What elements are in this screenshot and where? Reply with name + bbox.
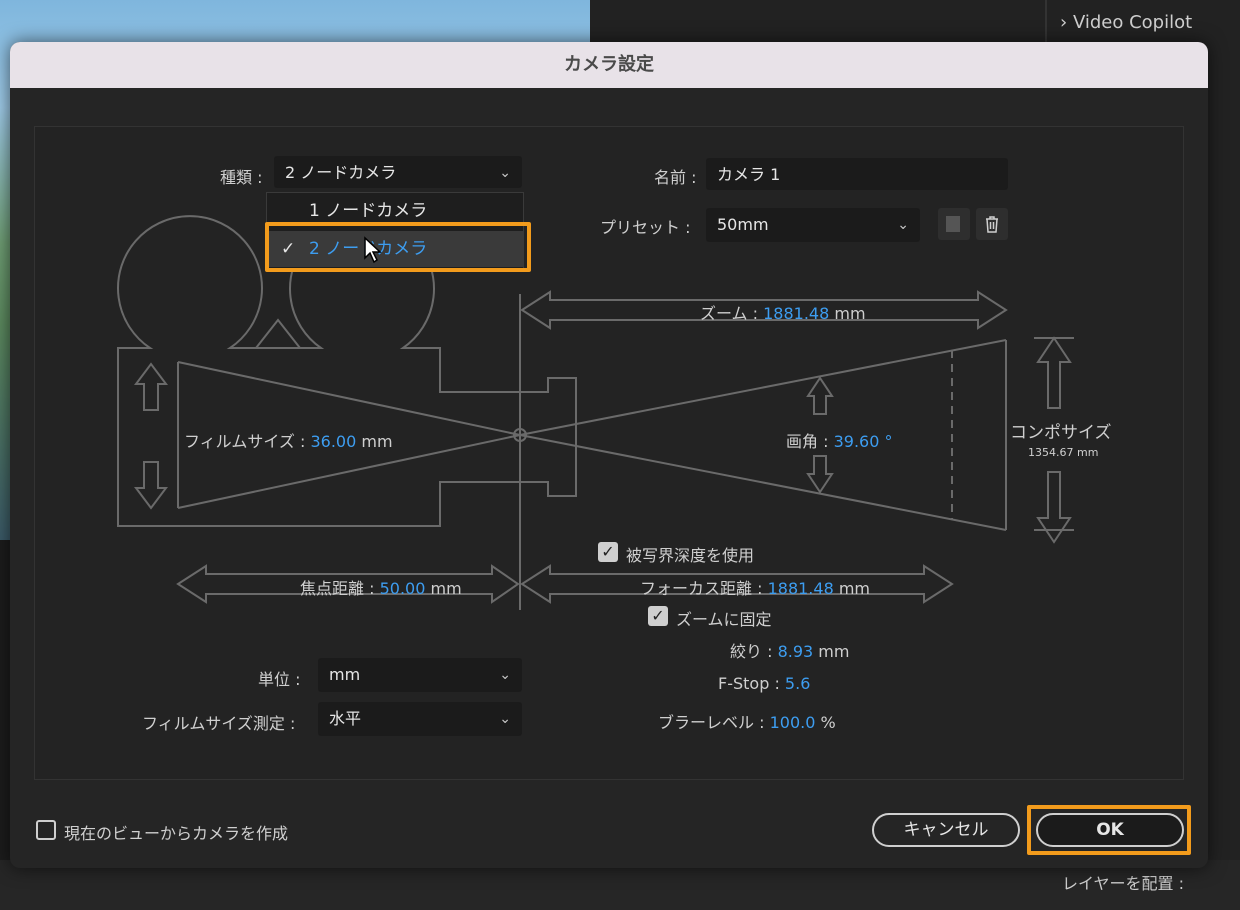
preset-select-value: 50mm — [717, 215, 769, 234]
chevron-down-icon: ⌄ — [897, 217, 909, 233]
preset-select[interactable]: 50mm ⌄ — [706, 208, 920, 242]
preset-label: プリセット : — [600, 218, 691, 237]
focal-length-readout: 焦点距離 : 50.00 mm — [300, 575, 462, 599]
save-preset-icon — [946, 216, 960, 232]
focus-distance-label: フォーカス距離 : — [640, 579, 763, 598]
aperture-label: 絞り : — [730, 642, 773, 661]
fstop-value[interactable]: 5.6 — [785, 674, 810, 693]
chevron-down-icon: ⌄ — [499, 667, 511, 683]
blur-label: ブラーレベル : — [658, 713, 765, 732]
aperture-unit: mm — [818, 642, 850, 661]
aperture-readout: 絞り : 8.93 mm — [730, 638, 849, 662]
type-select[interactable]: 2 ノードカメラ ⌄ — [274, 156, 522, 188]
blur-readout: ブラーレベル : 100.0 % — [658, 709, 836, 733]
comp-up-arrow-icon — [1036, 336, 1072, 409]
focus-distance-readout: フォーカス距離 : 1881.48 mm — [640, 575, 870, 599]
dof-label: 被写界深度を使用 — [626, 546, 755, 565]
film-size-unit: mm — [361, 432, 393, 451]
angle-readout: 画角 : 39.60 ° — [786, 428, 892, 452]
angle-value[interactable]: 39.60 — [834, 432, 880, 451]
comp-size-label: コンポサイズ — [1010, 423, 1112, 443]
chevron-down-icon: ⌄ — [499, 165, 511, 181]
type-label: 種類 : — [220, 168, 263, 187]
focus-distance-value[interactable]: 1881.48 — [768, 579, 834, 598]
lock-zoom-label: ズームに固定 — [676, 610, 772, 629]
create-from-view-label: 現在のビューからカメラを作成 — [64, 824, 289, 843]
highlight-box-type-option — [265, 222, 531, 272]
units-label: 単位 : — [258, 670, 301, 689]
mouse-cursor-icon — [364, 236, 382, 264]
name-input[interactable]: カメラ 1 — [706, 158, 1008, 190]
units-select-value: mm — [329, 665, 361, 684]
place-layer-label: レイヤーを配置 : — [1062, 874, 1184, 893]
save-preset-button[interactable] — [938, 208, 970, 240]
lock-zoom-checkbox[interactable]: ✓ — [648, 606, 668, 626]
focal-length-unit: mm — [430, 579, 462, 598]
trash-icon — [986, 216, 998, 233]
effects-item-label: Video Copilot — [1072, 12, 1193, 33]
film-size-label: フィルムサイズ : — [184, 432, 306, 451]
type-select-value: 2 ノードカメラ — [285, 163, 397, 182]
camera-settings-dialog: カメラ設定 ズーム: 1881.48 mm フィルムサイズ: 36.00 m… — [10, 42, 1208, 868]
zoom-readout: ズーム : 1881.48 mm — [700, 300, 866, 324]
name-label: 名前 : — [654, 168, 697, 187]
blur-unit: % — [820, 713, 836, 732]
angle-label: 画角 : — [786, 432, 829, 451]
chevron-right-icon: › — [1060, 12, 1068, 33]
film-size-readout: フィルムサイズ : 36.00 mm — [184, 428, 393, 452]
viewfinder-triangle-icon — [253, 318, 303, 349]
angle-down-arrow-icon — [806, 455, 834, 494]
comp-size-value: 1354.67 mm — [1028, 446, 1099, 459]
angle-unit: ° — [884, 432, 893, 451]
zoom-label: ズーム : — [700, 304, 758, 323]
film-up-arrow-icon — [134, 362, 168, 411]
fstop-readout: F-Stop : 5.6 — [718, 674, 810, 693]
focus-distance-unit: mm — [838, 579, 871, 598]
film-measure-label: フィルムサイズ測定 : — [142, 714, 296, 733]
units-select[interactable]: mm ⌄ — [318, 658, 522, 692]
film-measure-select-value: 水平 — [329, 709, 362, 728]
cancel-button[interactable]: キャンセル — [872, 813, 1020, 847]
zoom-value[interactable]: 1881.48 — [763, 304, 829, 323]
blur-value[interactable]: 100.0 — [770, 713, 816, 732]
angle-up-arrow-icon — [806, 376, 834, 415]
dof-checkbox[interactable]: ✓ — [598, 542, 618, 562]
film-down-arrow-icon — [134, 461, 168, 510]
film-size-value[interactable]: 36.00 — [310, 432, 356, 451]
fstop-label: F-Stop : — [718, 674, 780, 693]
focal-length-label: 焦点距離 : — [300, 579, 375, 598]
focal-length-value[interactable]: 50.00 — [380, 579, 426, 598]
aperture-value[interactable]: 8.93 — [778, 642, 814, 661]
chevron-down-icon: ⌄ — [499, 711, 511, 727]
delete-preset-button[interactable] — [976, 208, 1008, 240]
comp-down-arrow-icon — [1036, 471, 1072, 544]
ok-button[interactable]: OK — [1036, 813, 1184, 847]
zoom-unit: mm — [834, 304, 866, 323]
effects-item-video-copilot[interactable]: › Video Copilot — [1060, 12, 1192, 33]
create-from-view-checkbox[interactable] — [36, 820, 56, 840]
film-measure-select[interactable]: 水平 ⌄ — [318, 702, 522, 736]
